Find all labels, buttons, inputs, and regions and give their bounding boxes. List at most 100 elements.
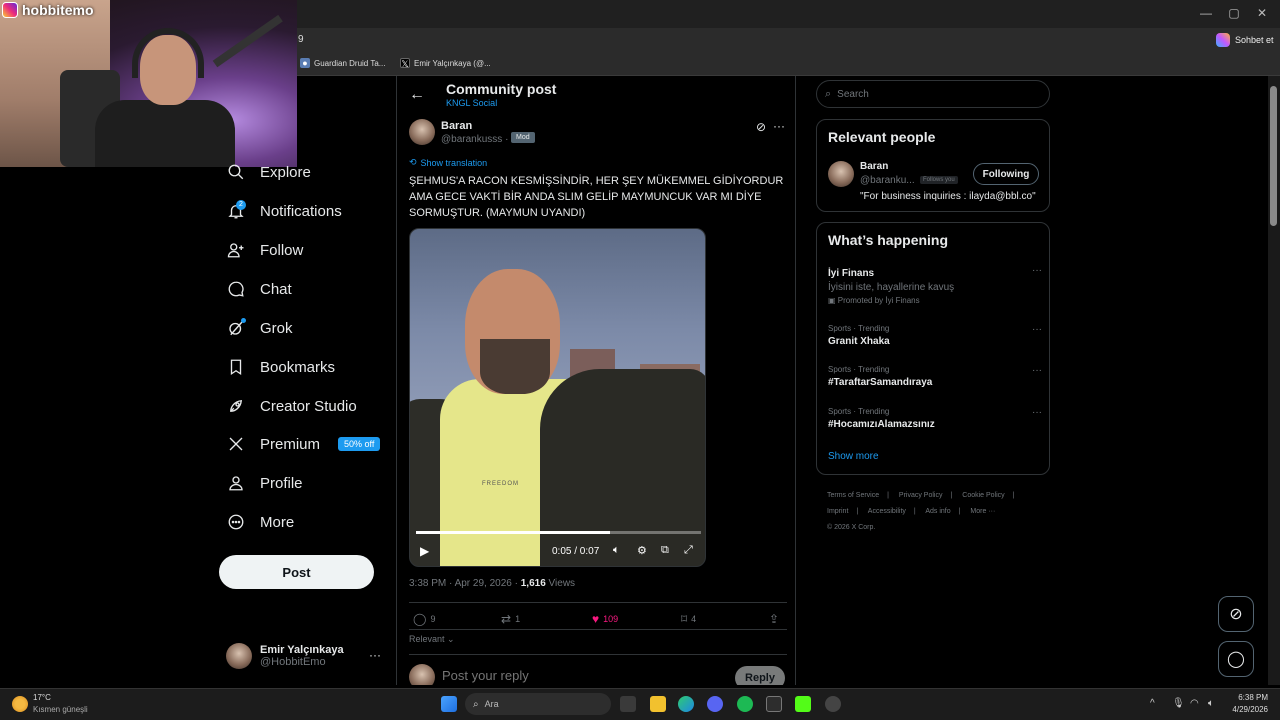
- nav-profile[interactable]: Profile: [226, 469, 303, 497]
- trend-item[interactable]: Sports · Trending #HocamızıAlamazsınız ·…: [828, 407, 1042, 430]
- nav-premium[interactable]: Premium 50% off: [226, 430, 381, 458]
- chevron-up-icon[interactable]: ^: [1150, 698, 1155, 709]
- fullscreen-icon[interactable]: ⤢: [684, 544, 693, 557]
- reply-sort-dropdown[interactable]: Relevant ⌄: [409, 634, 455, 645]
- clock-date[interactable]: 4/29/2026: [1226, 705, 1268, 714]
- author-avatar[interactable]: [409, 119, 435, 145]
- discord-icon[interactable]: [707, 696, 723, 712]
- microphone-icon[interactable]: 🎙︎: [1172, 698, 1185, 709]
- footer-link[interactable]: Cookie Policy: [962, 492, 1004, 499]
- webcam-overlay: hobbitemo: [0, 0, 297, 167]
- back-arrow-icon[interactable]: ←: [409, 86, 425, 104]
- trend-item[interactable]: Sports · Trending #TaraftarSamandıraya ·…: [828, 365, 1042, 388]
- chat-fab-button[interactable]: ◯: [1218, 641, 1254, 677]
- play-icon[interactable]: ▶: [420, 544, 429, 558]
- trend-more-icon[interactable]: ···: [1032, 324, 1042, 335]
- post-column: ← Community post KNGL Social Baran @bara…: [396, 76, 796, 685]
- person-name[interactable]: Baran: [860, 161, 888, 172]
- trend-more-icon[interactable]: ···: [1032, 265, 1042, 276]
- show-translation-link[interactable]: ⟲ Show translation: [409, 157, 487, 168]
- search-box[interactable]: ⌕: [816, 80, 1050, 108]
- bookmark-item[interactable]: ● Guardian Druid Ta...: [300, 58, 385, 68]
- weather-sun-icon[interactable]: [12, 696, 28, 712]
- author-name[interactable]: Baran: [441, 120, 472, 132]
- trend-more-icon[interactable]: ···: [1032, 365, 1042, 376]
- trend-item[interactable]: İyi Finans İyisini iste, hayallerine kav…: [828, 265, 1042, 305]
- share-icon: ⇪: [769, 612, 780, 626]
- search-icon: ⌕: [473, 698, 479, 710]
- restore-icon[interactable]: ▢: [1224, 6, 1244, 20]
- person-handle[interactable]: @baranku...: [860, 175, 915, 186]
- settings-gear-icon[interactable]: ⚙: [637, 544, 647, 557]
- repost-action[interactable]: ⇄ 1: [501, 612, 520, 626]
- trend-more-icon[interactable]: ···: [1032, 407, 1042, 418]
- trend-item[interactable]: Sports · Trending Granit Xhaka ···: [828, 324, 1042, 347]
- author-handle[interactable]: @barankusss ·: [441, 134, 508, 145]
- close-icon[interactable]: ✕: [1252, 6, 1272, 20]
- copilot-button[interactable]: Sohbet et: [1216, 33, 1274, 47]
- reply-button[interactable]: Reply: [735, 666, 785, 685]
- footer-link[interactable]: Accessibility: [868, 508, 906, 515]
- minimize-icon[interactable]: —: [1196, 6, 1216, 20]
- obs-icon[interactable]: [825, 696, 841, 712]
- following-button[interactable]: Following: [973, 163, 1039, 185]
- divider: [409, 654, 787, 655]
- task-view-icon[interactable]: [620, 696, 636, 712]
- footer-link[interactable]: Ads info: [925, 508, 950, 515]
- panel-title: Relevant people: [828, 129, 936, 145]
- reply-action[interactable]: ◯ 9: [413, 612, 435, 626]
- repost-icon: ⇄: [501, 612, 512, 626]
- footer-link[interactable]: More ···: [970, 508, 995, 515]
- wifi-icon[interactable]: ◠: [1190, 698, 1199, 709]
- reply-input[interactable]: [442, 668, 722, 683]
- nav-follow[interactable]: Follow: [226, 236, 303, 264]
- picture-in-picture-icon[interactable]: ⧉: [661, 544, 669, 557]
- clock-time[interactable]: 6:38 PM: [1236, 693, 1268, 702]
- edge-browser-icon[interactable]: [678, 696, 694, 712]
- person-add-icon: [226, 240, 246, 260]
- taskbar-search[interactable]: ⌕ Ara: [465, 693, 611, 715]
- spotify-icon[interactable]: [737, 696, 753, 712]
- bookmark-item[interactable]: 𝕏 Emir Yalçınkaya (@...: [400, 58, 491, 69]
- person-avatar[interactable]: [828, 161, 854, 187]
- grok-fab-button[interactable]: ⊘: [1218, 596, 1254, 632]
- video-time: 0:05 / 0:07: [552, 546, 600, 557]
- nav-chat[interactable]: Chat: [226, 275, 292, 303]
- file-explorer-icon[interactable]: [650, 696, 666, 712]
- footer-link[interactable]: Privacy Policy: [899, 492, 943, 499]
- account-more-icon[interactable]: ···: [369, 648, 381, 662]
- address-url[interactable]: 9: [298, 34, 304, 45]
- video-progress-bar[interactable]: [416, 531, 701, 534]
- volume-icon[interactable]: 🔈︎: [1208, 698, 1214, 709]
- nav-creator-studio[interactable]: Creator Studio: [226, 392, 357, 420]
- post-button[interactable]: Post: [219, 555, 374, 589]
- kick-icon[interactable]: [795, 696, 811, 712]
- nav-explore[interactable]: Explore: [226, 158, 311, 186]
- account-switcher[interactable]: Emir Yalçınkaya @HobbitEmo: [226, 641, 386, 671]
- search-input[interactable]: [837, 88, 1028, 100]
- nav-more[interactable]: More: [226, 508, 294, 536]
- scrollbar-thumb[interactable]: [1270, 86, 1277, 226]
- bookmark-action[interactable]: ⌑ 4: [681, 612, 696, 626]
- windows-start-icon[interactable]: [441, 696, 457, 712]
- chat-bubble-icon: ◯: [1227, 651, 1245, 668]
- footer-link[interactable]: Terms of Service: [827, 492, 879, 499]
- community-link[interactable]: KNGL Social: [446, 98, 497, 108]
- volume-icon[interactable]: 🔈︎: [613, 544, 620, 557]
- x-logo-icon: [226, 434, 246, 454]
- panel-title: What’s happening: [828, 232, 949, 248]
- avatar: [226, 643, 252, 669]
- windows-taskbar: [0, 688, 1280, 720]
- show-more-link[interactable]: Show more: [828, 451, 879, 462]
- nav-bookmarks[interactable]: Bookmarks: [226, 353, 335, 381]
- video-player[interactable]: FREEDOM ▶ 0:05 / 0:07 🔈︎ ⚙ ⧉ ⤢: [409, 228, 706, 567]
- like-action[interactable]: ♥ 109: [592, 612, 618, 626]
- post-more-icon[interactable]: ···: [773, 119, 785, 133]
- share-action[interactable]: ⇪: [769, 612, 779, 626]
- grok-explain-icon[interactable]: ⊘: [756, 120, 766, 134]
- terminal-icon[interactable]: [766, 696, 782, 712]
- notification-count-badge: 2: [236, 200, 246, 210]
- rocket-icon: [226, 396, 246, 416]
- footer-link[interactable]: Imprint: [827, 508, 848, 515]
- nav-grok[interactable]: Grok: [226, 314, 293, 342]
